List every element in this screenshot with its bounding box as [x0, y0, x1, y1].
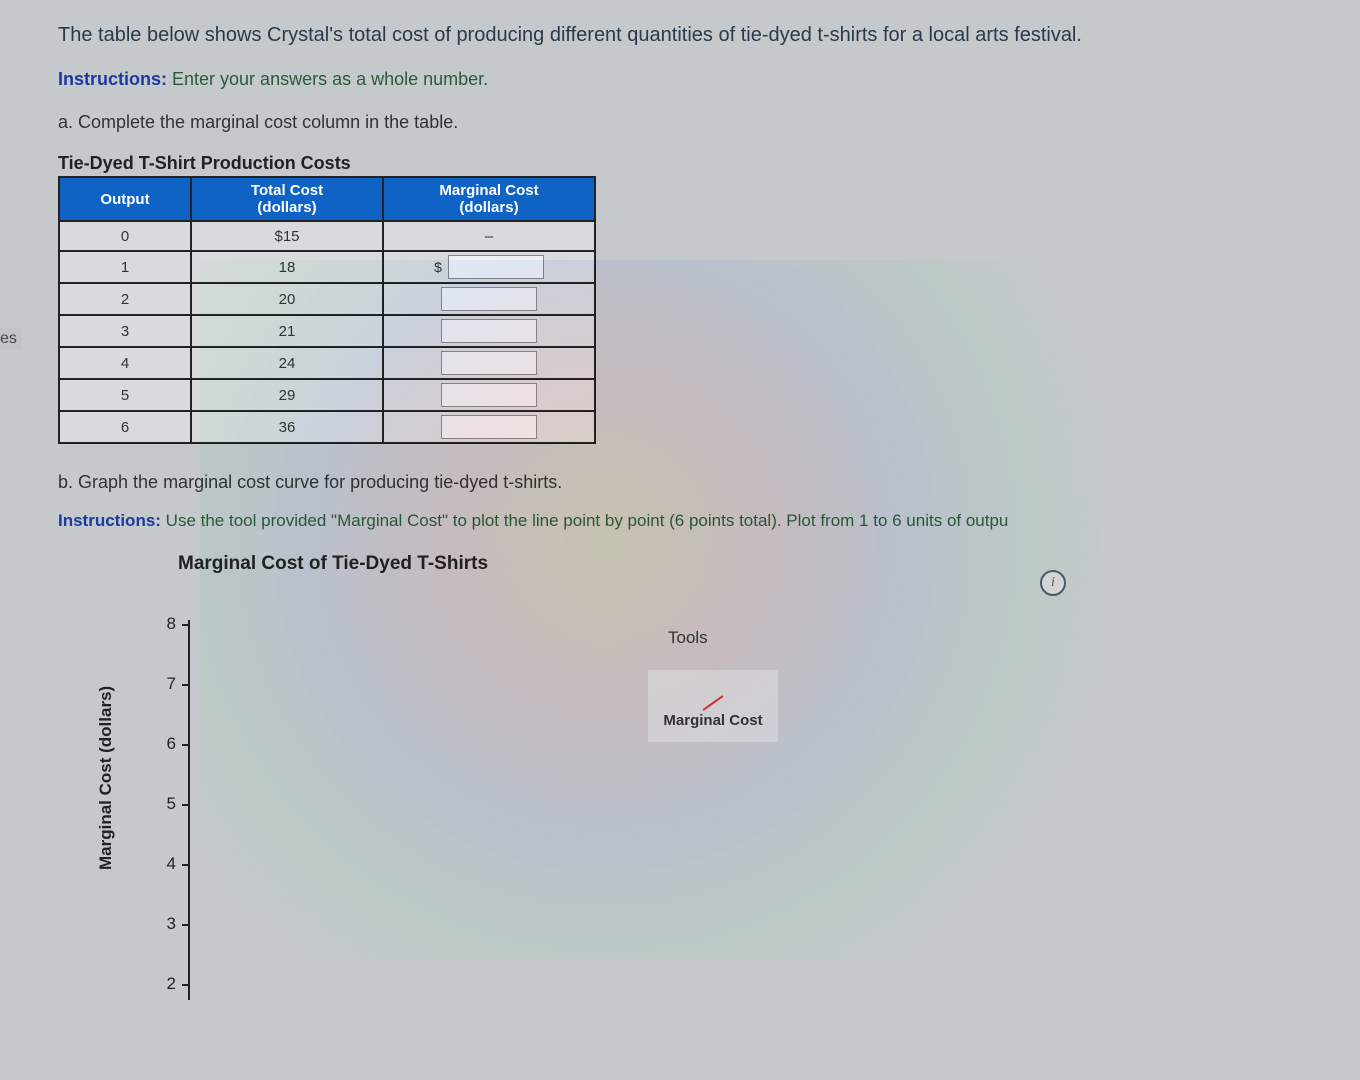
y-tick: [182, 744, 188, 746]
marginal-cost-input[interactable]: [441, 415, 537, 439]
tool-marginal-cost[interactable]: Marginal Cost: [648, 670, 778, 742]
cell-marginal-cost: [383, 283, 595, 315]
cell-output: 2: [59, 283, 191, 315]
info-icon[interactable]: i: [1040, 570, 1066, 596]
marginal-cost-input[interactable]: [441, 319, 537, 343]
cell-marginal-cost: $: [383, 251, 595, 283]
line-tool-icon: [693, 674, 733, 714]
dollar-sign: $: [434, 259, 442, 275]
cell-total-cost: 36: [191, 411, 383, 443]
marginal-cost-input[interactable]: [441, 383, 537, 407]
instructions-label: Instructions:: [58, 69, 167, 89]
table-row: 0$15–: [59, 221, 595, 251]
y-tick-label: 2: [167, 974, 176, 994]
marginal-cost-input[interactable]: [448, 255, 544, 279]
y-tick: [182, 924, 188, 926]
instructions2-label: Instructions:: [58, 511, 161, 530]
y-tick: [182, 624, 188, 626]
tools-label: Tools: [668, 628, 708, 648]
instructions2-text: Use the tool provided "Marginal Cost" to…: [161, 511, 1008, 530]
marginal-cost-input[interactable]: [441, 287, 537, 311]
th-total-cost: Total Cost (dollars): [191, 177, 383, 221]
cell-output: 6: [59, 411, 191, 443]
instructions-line-2: Instructions: Use the tool provided "Mar…: [58, 511, 1360, 531]
y-tick-label: 3: [167, 914, 176, 934]
chart-title: Marginal Cost of Tie-Dyed T-Shirts: [178, 553, 1360, 575]
y-tick-label: 4: [167, 854, 176, 874]
y-tick-label: 7: [167, 674, 176, 694]
table-title: Tie-Dyed T-Shirt Production Costs: [58, 153, 1360, 174]
cell-total-cost: 21: [191, 315, 383, 347]
table-row: 636: [59, 411, 595, 443]
y-tick: [182, 804, 188, 806]
y-tick-label: 6: [167, 734, 176, 754]
cell-output: 5: [59, 379, 191, 411]
cell-total-cost: 18: [191, 251, 383, 283]
table-row: 529: [59, 379, 595, 411]
instructions-line-1: Instructions: Enter your answers as a wh…: [58, 69, 1360, 90]
table-row: 424: [59, 347, 595, 379]
cell-total-cost: 20: [191, 283, 383, 315]
cell-marginal-cost: [383, 379, 595, 411]
problem-intro: The table below shows Crystal's total co…: [58, 24, 1360, 47]
cell-total-cost: 24: [191, 347, 383, 379]
y-tick: [182, 984, 188, 986]
table-row: 118 $: [59, 251, 595, 283]
table-row: 220: [59, 283, 595, 315]
left-cutoff-text: es: [0, 328, 21, 350]
cell-total-cost: $15: [191, 221, 383, 251]
cell-total-cost: 29: [191, 379, 383, 411]
cell-marginal-cost: [383, 315, 595, 347]
cost-table: Output Total Cost (dollars) Marginal Cos…: [58, 176, 596, 444]
cell-marginal-cost: [383, 411, 595, 443]
cell-output: 1: [59, 251, 191, 283]
th-marginal-cost: Marginal Cost (dollars): [383, 177, 595, 221]
part-a-text: a. Complete the marginal cost column in …: [58, 112, 1360, 133]
y-tick: [182, 684, 188, 686]
table-row: 321: [59, 315, 595, 347]
tool-name: Marginal Cost: [648, 712, 778, 729]
y-tick: [182, 864, 188, 866]
marginal-cost-input[interactable]: [441, 351, 537, 375]
cell-output: 0: [59, 221, 191, 251]
y-axis-label: Marginal Cost (dollars): [96, 686, 116, 870]
th-output: Output: [59, 177, 191, 221]
part-b-text: b. Graph the marginal cost curve for pro…: [58, 472, 1360, 493]
instructions-text: Enter your answers as a whole number.: [167, 69, 488, 89]
cell-marginal-cost: [383, 347, 595, 379]
y-tick-label: 5: [167, 794, 176, 814]
cell-marginal-cost: –: [383, 221, 595, 251]
cell-output: 3: [59, 315, 191, 347]
chart-axes: 8765432: [188, 620, 608, 1000]
chart-area[interactable]: Marginal Cost (dollars) 8765432 Tools Ma…: [108, 610, 1008, 1040]
y-tick-label: 8: [167, 614, 176, 634]
y-axis-line: [188, 620, 190, 1000]
cell-output: 4: [59, 347, 191, 379]
